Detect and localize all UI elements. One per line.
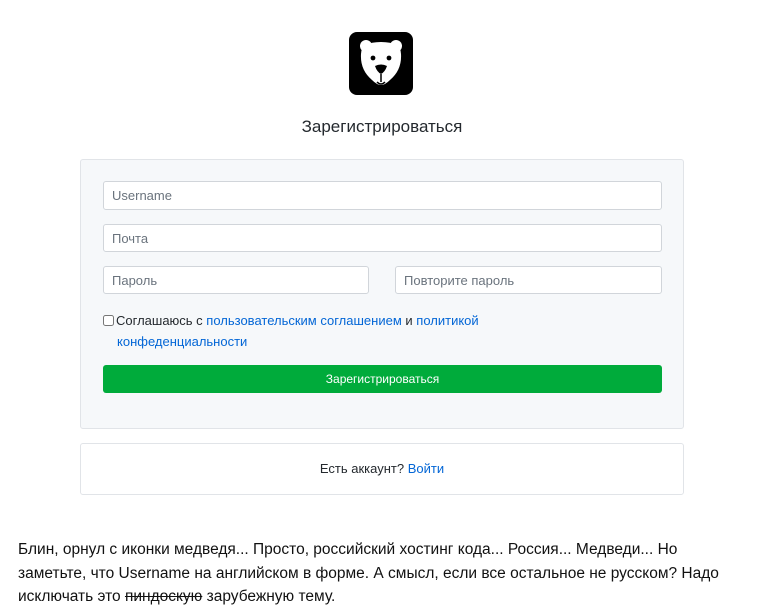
password-input[interactable] (103, 266, 369, 294)
bear-icon (360, 40, 402, 85)
login-text: Есть аккаунт? (319, 461, 408, 476)
username-input[interactable] (103, 181, 662, 210)
email-input[interactable] (103, 224, 662, 252)
comment-line-2: заметьте, что Username на английском в ф… (18, 564, 719, 582)
comment-line-3-suffix: зарубежную тему. (202, 588, 336, 605)
agree-checkbox[interactable] (103, 315, 114, 326)
agreement-block: Соглашаюсь с пользовательским соглашение… (103, 310, 663, 352)
comment-line-3: исключать это пиндоскую зарубежную тему. (18, 585, 768, 609)
comment-line-3-prefix: исключать это (18, 588, 125, 605)
register-button[interactable]: Зарегистрироваться (103, 365, 662, 393)
user-comment: Блин, орнул с иконки медведя... Просто, … (18, 538, 768, 609)
comment-line-1: Блин, орнул с иконки медведя... Просто, … (18, 541, 678, 558)
agree-prefix: Соглашаюсь с (116, 313, 207, 328)
login-prompt: Есть аккаунт? Войти (80, 443, 684, 495)
signup-form: Соглашаюсь с пользовательским соглашение… (80, 159, 684, 429)
agree-and: и (401, 313, 417, 328)
comment-strikethrough: пиндоскую (124, 588, 203, 605)
privacy-link-part2[interactable]: конфеденциальности (117, 334, 247, 349)
bear-logo-icon[interactable] (349, 32, 413, 95)
page-title: Зарегистрироваться (301, 117, 463, 136)
password-repeat-input[interactable] (395, 266, 662, 294)
privacy-link-part1[interactable]: политикой (416, 313, 478, 328)
terms-link[interactable]: пользовательским соглашением (206, 313, 401, 328)
login-link[interactable]: Войти (408, 461, 444, 476)
